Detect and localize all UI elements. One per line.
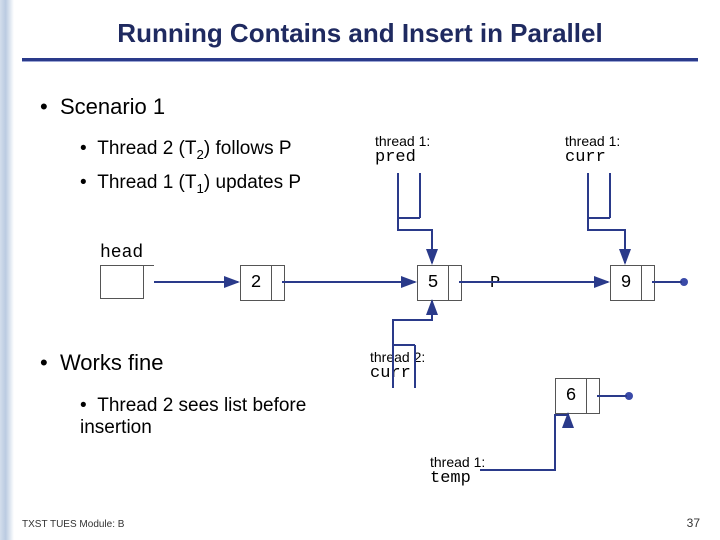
node-9-value: 9 bbox=[611, 266, 642, 300]
sub1-sub: 2 bbox=[196, 147, 203, 162]
arrow-layer bbox=[0, 0, 720, 540]
node-5: 5 bbox=[417, 265, 462, 301]
label-t2: thread 2: bbox=[370, 350, 425, 365]
bullet-dot: • bbox=[80, 395, 97, 417]
bullet-scenario: • Scenario 1 bbox=[40, 94, 165, 120]
label-head: head bbox=[100, 244, 143, 264]
bullet-dot: • bbox=[40, 350, 60, 376]
bullet-sub1: • Thread 2 (T2) follows P bbox=[80, 138, 292, 162]
label-pred: pred bbox=[375, 148, 416, 167]
bullet-sub2: • Thread 1 (T1) updates P bbox=[80, 172, 301, 196]
sub2-post: ) updates P bbox=[204, 172, 301, 193]
label-temp-container: thread 1: temp bbox=[430, 455, 485, 489]
node-9: 9 bbox=[610, 265, 655, 301]
page-number: 37 bbox=[687, 516, 700, 530]
bullet-works: • Works fine bbox=[40, 350, 163, 376]
diagram: head 2 5 9 6 P thread 1: pred bbox=[0, 0, 720, 540]
arrow-curr1-to-9 bbox=[588, 218, 625, 263]
sub2-sub: 1 bbox=[196, 181, 203, 196]
bullet-sees: • Thread 2 sees list before insertion bbox=[80, 395, 380, 439]
works-text: Works fine bbox=[60, 350, 164, 375]
arrow-pred-to-5 bbox=[398, 218, 432, 263]
content-area: • Scenario 1 • Thread 2 (T2) follows P •… bbox=[0, 0, 720, 540]
sees-text: Thread 2 sees list before insertion bbox=[80, 395, 306, 438]
bullet-scenario-text: Scenario 1 bbox=[60, 94, 165, 119]
label-curr2: curr bbox=[370, 364, 411, 383]
bullet-dot: • bbox=[80, 138, 97, 160]
terminator-dot-new bbox=[625, 392, 633, 400]
label-curr1: curr bbox=[565, 148, 606, 167]
node-5-value: 5 bbox=[418, 266, 449, 300]
footer-text: TXST TUES Module: B bbox=[22, 519, 124, 530]
label-P: P bbox=[490, 274, 500, 293]
label-curr2-container: thread 2: curr bbox=[370, 350, 425, 384]
node-head bbox=[100, 265, 154, 299]
bullet-dot: • bbox=[40, 94, 60, 120]
node-2: 2 bbox=[240, 265, 285, 301]
label-curr1-container: thread 1: curr bbox=[565, 134, 620, 168]
arrow-temp-to-6 bbox=[480, 414, 568, 470]
label-t1-c: thread 1: bbox=[430, 455, 485, 470]
node-2-value: 2 bbox=[241, 266, 272, 300]
label-t1-b: thread 1: bbox=[565, 134, 620, 149]
node-6-value: 6 bbox=[556, 379, 587, 413]
sub1-post: ) follows P bbox=[204, 138, 292, 159]
label-t1-a: thread 1: bbox=[375, 134, 430, 149]
node-6: 6 bbox=[555, 378, 600, 414]
arrow-curr2-to-5 bbox=[393, 301, 432, 345]
label-pred-container: thread 1: pred bbox=[375, 134, 430, 168]
terminator-dot-main bbox=[680, 278, 688, 286]
label-temp: temp bbox=[430, 469, 471, 488]
bullet-dot: • bbox=[80, 172, 97, 194]
sub1-pre: Thread 2 (T bbox=[97, 138, 196, 159]
sub2-pre: Thread 1 (T bbox=[97, 172, 196, 193]
